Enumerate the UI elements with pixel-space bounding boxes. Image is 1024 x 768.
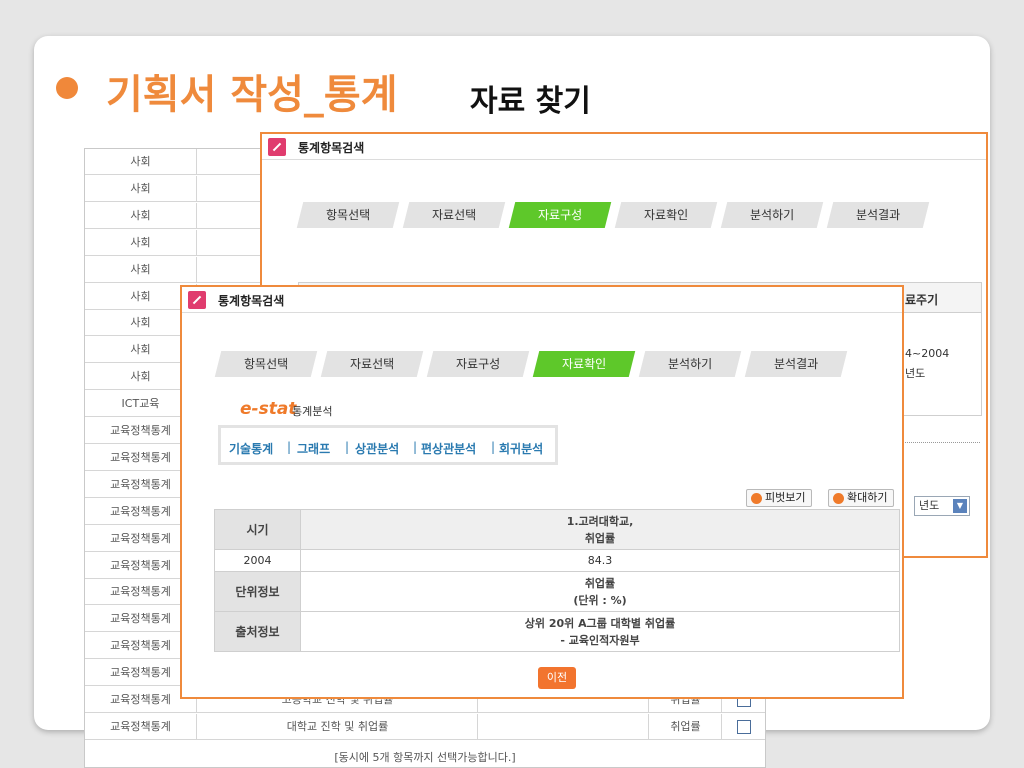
estat-logo: e-stat — [240, 399, 297, 419]
menu-separator: | — [491, 440, 496, 454]
chevron-down-icon: ▼ — [953, 499, 967, 513]
tab-analyze[interactable]: 분석하기 — [720, 202, 824, 228]
tab-data-select[interactable]: 자료선택 — [402, 202, 506, 228]
item-category: 사회 — [85, 202, 197, 229]
source-info-agency: - 교육인적자원부 — [560, 633, 640, 647]
data-period-unit: 년도 — [905, 367, 926, 380]
analysis-menu: 기술통계 | 그래프 | 상관분석 | 편상관분석 | 회귀분석 — [218, 425, 558, 465]
tab-data-compose[interactable]: 자료구성 — [426, 351, 530, 377]
data-period-range: 4~2004 — [905, 347, 950, 360]
item-category: 교육정책통계 — [85, 713, 197, 740]
tab-analysis-result[interactable]: 분석결과 — [826, 202, 930, 228]
tab-data-select[interactable]: 자료선택 — [320, 351, 424, 377]
tab-analysis-result[interactable]: 분석결과 — [744, 351, 848, 377]
result-table: 시기 1.고려대학교, 취업률 2004 84.3 단위정보 취업률 (단위 :… — [214, 509, 900, 652]
menu-regression[interactable]: 회귀분석 — [499, 440, 543, 457]
previous-button[interactable]: 이전 — [538, 667, 576, 689]
popup-app-icon — [268, 138, 286, 156]
popup-title: 통계항목검색 — [298, 141, 365, 155]
popup-title: 통계항목검색 — [218, 294, 285, 308]
unit-info-label: 단위정보 — [214, 571, 301, 612]
slide-subtitle: 자료 찾기 — [470, 84, 591, 119]
row-value: 84.3 — [300, 549, 900, 572]
menu-correlation[interactable]: 상관분석 — [355, 440, 399, 457]
unit-info-value: 취업률 (단위 : %) — [300, 571, 900, 612]
item-name: 대학교 진학 및 취업률 — [198, 713, 478, 740]
arrow-circle-icon — [751, 493, 762, 504]
source-info-value: 상위 20위 A그룹 대학별 취업률 - 교육인적자원부 — [300, 611, 900, 652]
dotted-divider — [902, 442, 980, 443]
menu-descriptive-stats[interactable]: 기술통계 — [229, 440, 273, 457]
item-checkbox[interactable] — [737, 719, 751, 734]
data-period-header: 료주기 — [905, 293, 939, 307]
popup-header: 통계항목검색 — [182, 287, 902, 313]
item-select-cell — [723, 714, 765, 740]
slide-title: 기획서 작성_통계 — [106, 72, 398, 118]
popup-app-icon — [188, 291, 206, 309]
unit-info-unit: (단위 : %) — [573, 593, 627, 607]
pivot-view-button[interactable]: 피벗보기 — [746, 489, 813, 507]
tab-analyze[interactable]: 분석하기 — [638, 351, 742, 377]
step-tabs: 항목선택 자료선택 자료구성 자료확인 분석하기 분석결과 — [296, 202, 976, 228]
tab-data-confirm[interactable]: 자료확인 — [532, 351, 636, 377]
tab-item-select[interactable]: 항목선택 — [214, 351, 318, 377]
item-category: 사회 — [85, 175, 197, 202]
unit-info-measure: 취업률 — [584, 576, 616, 590]
step-tabs: 항목선택 자료선택 자료구성 자료확인 분석하기 분석결과 — [214, 351, 894, 377]
source-info-title: 상위 20위 A그룹 대학별 취업률 — [524, 616, 676, 630]
menu-separator: | — [413, 440, 418, 454]
menu-separator: | — [345, 440, 350, 454]
item-blank-cell — [479, 713, 649, 740]
tab-item-select[interactable]: 항목선택 — [296, 202, 400, 228]
source-info-label: 출처정보 — [214, 611, 301, 652]
series-header-name: 1.고려대학교, — [566, 514, 634, 528]
menu-separator: | — [287, 440, 292, 454]
list-item: 교육정책통계 대학교 진학 및 취업률 취업률 — [85, 713, 765, 740]
zoom-button[interactable]: 확대하기 — [828, 489, 895, 507]
period-select[interactable]: 년도 ▼ — [914, 496, 970, 516]
menu-graph[interactable]: 그래프 — [297, 440, 330, 457]
bullet-dot — [56, 77, 78, 99]
menu-partial-correlation[interactable]: 편상관분석 — [421, 440, 476, 457]
period-header: 시기 — [214, 509, 301, 550]
estat-subtitle: 통계분석 — [292, 405, 333, 418]
row-period: 2004 — [214, 549, 301, 572]
tab-data-compose[interactable]: 자료구성 — [508, 202, 612, 228]
item-category: 사회 — [85, 229, 197, 256]
series-header: 1.고려대학교, 취업률 — [300, 509, 900, 550]
item-category: 사회 — [85, 256, 197, 283]
series-header-measure: 취업률 — [584, 531, 616, 545]
item-category: 사회 — [85, 149, 197, 175]
arrow-circle-icon — [833, 493, 844, 504]
selection-limit-notice: [동시에 5개 항목까지 선택가능합니다.] — [334, 751, 516, 764]
search-popup-front: 통계항목검색 항목선택 자료선택 자료구성 자료확인 분석하기 분석결과 e-s… — [180, 285, 904, 699]
popup-header: 통계항목검색 — [262, 134, 986, 160]
item-unit: 취업률 — [650, 713, 722, 740]
tab-data-confirm[interactable]: 자료확인 — [614, 202, 718, 228]
